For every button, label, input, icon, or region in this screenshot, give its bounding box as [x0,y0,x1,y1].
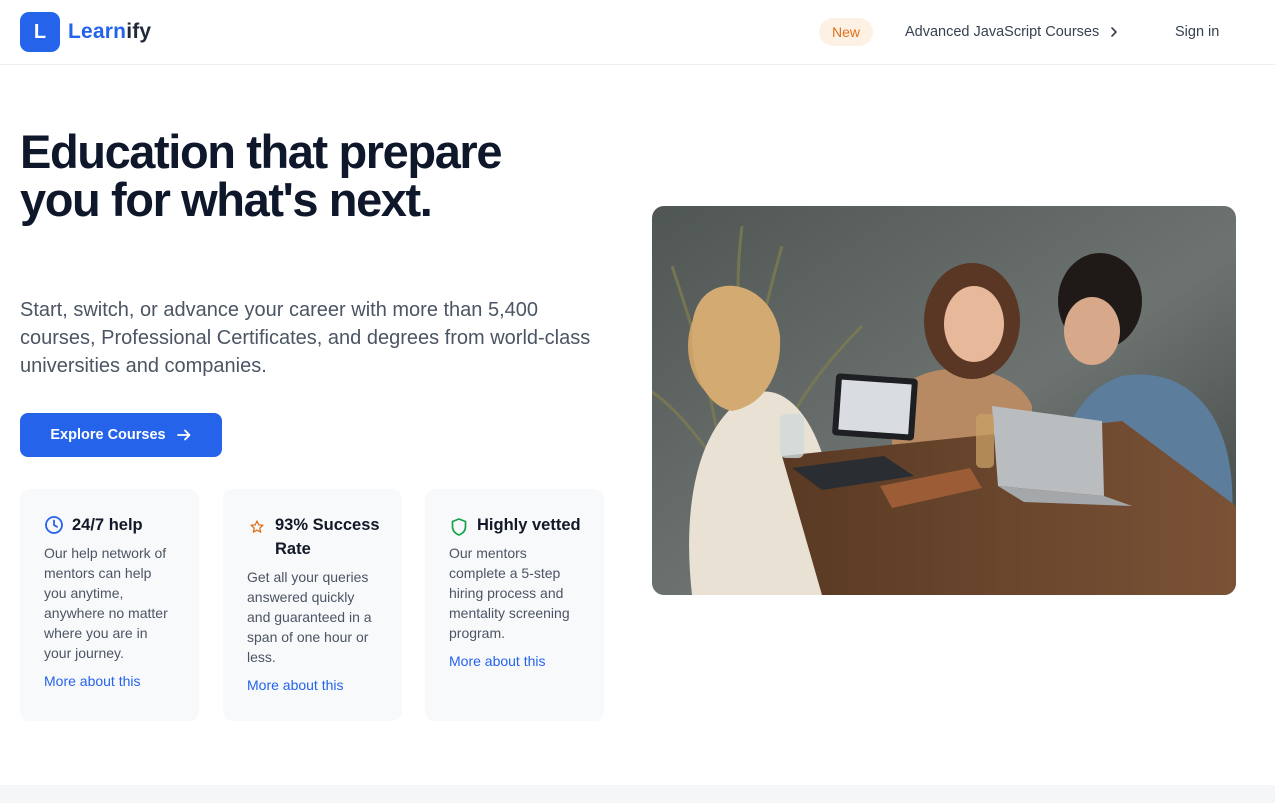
hero-photo [652,206,1236,595]
brand-name-rest: ify [126,20,152,43]
brand-name: Learnify [68,20,151,44]
feature-card-vetted: Highly vetted Our mentors complete a 5-s… [425,489,604,721]
shield-icon [449,517,469,537]
feature-card-success-rate: 93% Success Rate Get all your queries an… [223,489,402,721]
brand-name-accent: Learn [68,20,127,43]
hero-subtitle: Start, switch, or advance your career wi… [20,299,591,377]
more-about-this-link[interactable]: More about this [449,651,546,671]
more-about-this-link[interactable]: More about this [44,671,141,691]
explore-courses-button[interactable]: Explore Courses [20,413,222,457]
feature-title: 93% Success Rate [275,516,380,558]
top-navbar: L Learnify New Advanced JavaScript Cours… [0,0,1275,65]
sign-in-link[interactable]: Sign in [1175,17,1219,47]
feature-description: Our mentors complete a 5-step hiring pro… [449,545,570,641]
feature-description: Our help network of mentors can help you… [44,545,168,661]
next-section-band [0,785,1275,803]
explore-courses-label: Explore Courses [50,427,166,443]
clock-icon [44,515,64,535]
feature-description: Get all your queries answered quickly an… [247,569,372,665]
chevron-right-icon [1108,26,1120,38]
brand-logo-link[interactable]: L Learnify [20,12,151,52]
feature-card-help: 24/7 help Our help network of mentors ca… [20,489,199,721]
logo-mark: L [20,12,60,52]
advanced-js-courses-link[interactable]: Advanced JavaScript Courses [905,17,1120,47]
students-photo-illustration [652,206,1236,595]
new-badge: New [819,18,874,46]
feature-title: Highly vetted [477,516,581,534]
more-about-this-link[interactable]: More about this [247,675,344,695]
hero-title: Education that prepare you for what's ne… [20,125,502,226]
arrow-right-icon [176,429,191,441]
advanced-js-courses-label: Advanced JavaScript Courses [905,24,1100,40]
star-icon [247,517,267,537]
feature-title: 24/7 help [72,516,143,534]
